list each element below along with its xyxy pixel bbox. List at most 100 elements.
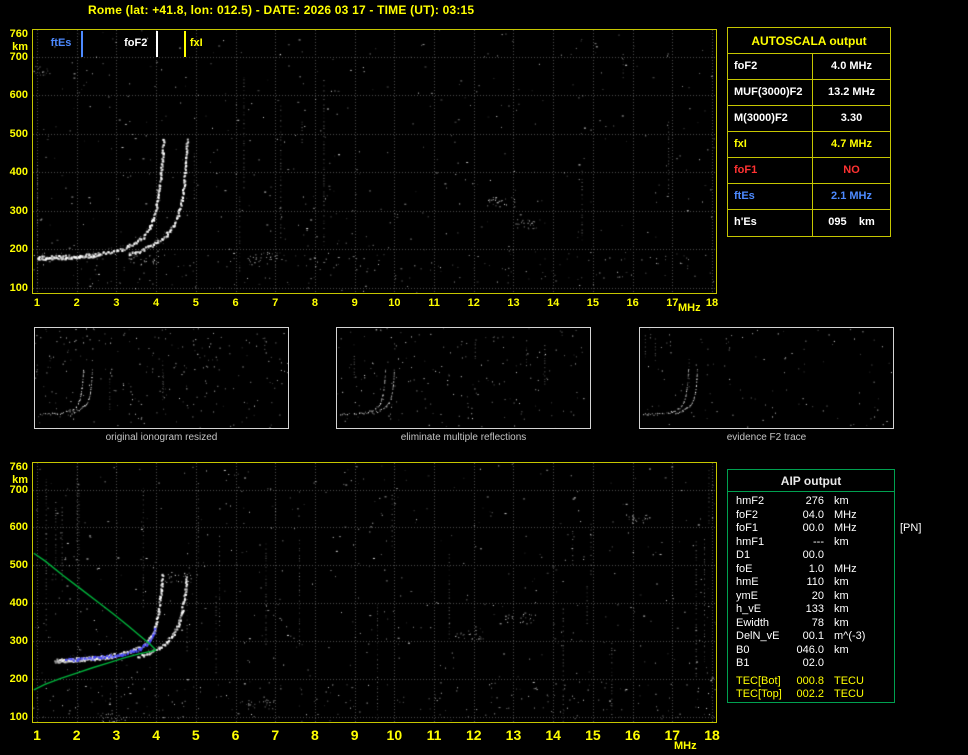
- aip-row-hmf1: hmF1---km: [728, 536, 894, 550]
- x-tick-label: 16: [620, 297, 646, 309]
- aip-param-value: ---: [790, 536, 824, 550]
- x-axis-unit: MHz: [678, 302, 701, 314]
- y-axis-unit: km: [0, 474, 28, 486]
- x-tick-label: 11: [421, 297, 447, 309]
- x-tick-label: 6: [223, 297, 249, 309]
- autoscala-param-value: 2.1 MHz: [813, 184, 890, 209]
- aip-param-unit: km: [834, 590, 849, 604]
- aip-param-label: foF1: [728, 522, 790, 536]
- x-tick-label: 1: [24, 727, 50, 743]
- aip-row-fof2: foF204.0MHz: [728, 509, 894, 523]
- aip-param-unit: MHz: [834, 509, 857, 523]
- aip-output-rows: hmF2276kmfoF204.0MHzfoF100.0MHz[PN]hmF1-…: [728, 492, 894, 702]
- x-tick-label: 10: [381, 727, 407, 743]
- aip-param-label: foE: [728, 563, 790, 577]
- y-tick-label: 200: [0, 243, 28, 255]
- aip-row-hve: h_vE133km: [728, 603, 894, 617]
- aip-param-value: 133: [790, 603, 824, 617]
- autoscala-row-fof1: foF1NO: [728, 158, 890, 184]
- aip-param-label: hmF2: [728, 495, 790, 509]
- y-tick-label: 100: [0, 711, 28, 723]
- x-tick-label: 14: [540, 297, 566, 309]
- aip-row-tecbot: TEC[Bot]000.8TECU: [728, 675, 894, 689]
- x-tick-label: 8: [302, 297, 328, 309]
- autoscala-param-label: ftEs: [728, 184, 813, 209]
- aip-row-yme: ymE20km: [728, 590, 894, 604]
- aip-row-foe: foE1.0 MHz: [728, 563, 894, 577]
- autoscala-param-label: foF2: [728, 54, 813, 79]
- aip-row-fof1: foF100.0MHz[PN]: [728, 522, 894, 536]
- x-tick-label: 12: [461, 297, 487, 309]
- fof2-marker-line: [156, 31, 158, 57]
- thumb-evidence-canvas: [640, 328, 893, 428]
- station-date-time-header: Rome (lat: +41.8, lon: 012.5) - DATE: 20…: [88, 3, 474, 17]
- autoscala-param-value: 4.7 MHz: [813, 132, 890, 157]
- x-tick-label: 14: [540, 727, 566, 743]
- aip-param-flag: [PN]: [900, 522, 921, 535]
- x-tick-label: 6: [223, 727, 249, 743]
- y-tick-label: 600: [0, 89, 28, 101]
- aip-param-unit: TECU: [834, 675, 864, 689]
- aip-param-value: 110: [790, 576, 824, 590]
- aip-param-unit: MHz: [834, 563, 857, 577]
- x-tick-label: 8: [302, 727, 328, 743]
- x-tick-label: 2: [64, 297, 90, 309]
- aip-row-b1: B102.0: [728, 657, 894, 671]
- autoscala-row-ftes: ftEs2.1 MHz: [728, 184, 890, 210]
- aip-row-ewidth: Ewidth78km: [728, 617, 894, 631]
- x-tick-label: 5: [183, 727, 209, 743]
- y-tick-label: 500: [0, 559, 28, 571]
- ionogram-plot-top: ftEsfoF2fxI: [32, 29, 717, 294]
- autoscala-row-muf3000f2: MUF(3000)F213.2 MHz: [728, 80, 890, 106]
- x-tick-label: 9: [342, 727, 368, 743]
- aip-param-label: hmF1: [728, 536, 790, 550]
- fxi-marker-line: [184, 31, 186, 57]
- autoscala-output-title: AUTOSCALA output: [728, 28, 890, 54]
- aip-param-label: B1: [728, 657, 790, 671]
- x-tick-label: 13: [500, 727, 526, 743]
- aip-param-value: 78: [790, 617, 824, 631]
- aip-row-hme: hmE110km: [728, 576, 894, 590]
- autoscala-param-label: foF1: [728, 158, 813, 183]
- ionogram-plot-bottom: [32, 462, 717, 723]
- thumb-evidence-f2: [639, 327, 894, 429]
- aip-param-value: 1.0: [790, 563, 824, 577]
- aip-output-title: AIP output: [728, 470, 894, 492]
- x-tick-label: 5: [183, 297, 209, 309]
- x-tick-label: 15: [580, 727, 606, 743]
- x-tick-label: 15: [580, 297, 606, 309]
- aip-param-label: B0: [728, 644, 790, 658]
- x-tick-label: 13: [500, 297, 526, 309]
- x-tick-label: 4: [143, 297, 169, 309]
- aip-row-hmf2: hmF2276km: [728, 495, 894, 509]
- x-tick-label: 11: [421, 727, 447, 743]
- autoscala-param-label: M(3000)F2: [728, 106, 813, 131]
- aip-param-value: 046.0: [790, 644, 824, 658]
- aip-param-label: foF2: [728, 509, 790, 523]
- fxi-marker-label: fxI: [190, 37, 203, 49]
- y-tick-label: 760: [0, 28, 28, 40]
- aip-row-b0: B0046.0 km: [728, 644, 894, 658]
- y-tick-label: 300: [0, 635, 28, 647]
- aip-param-unit: km: [834, 617, 849, 631]
- aip-param-unit: km: [834, 576, 849, 590]
- autoscala-output-rows: foF24.0 MHzMUF(3000)F213.2 MHzM(3000)F23…: [728, 54, 890, 236]
- x-tick-label: 2: [64, 727, 90, 743]
- aip-param-unit: km: [834, 495, 849, 509]
- aip-param-label: DelN_vE: [728, 630, 790, 644]
- autoscala-param-label: fxI: [728, 132, 813, 157]
- y-tick-label: 400: [0, 166, 28, 178]
- y-tick-label: 100: [0, 282, 28, 294]
- aip-param-value: 00.1: [790, 630, 824, 644]
- aip-param-unit: km: [834, 603, 849, 617]
- x-tick-label: 18: [699, 297, 725, 309]
- x-tick-label: 1: [24, 297, 50, 309]
- autoscala-row-m3000f2: M(3000)F23.30: [728, 106, 890, 132]
- thumb-caption-evidence: evidence F2 trace: [639, 432, 894, 443]
- x-tick-label: 18: [699, 727, 725, 743]
- aip-param-unit: TECU: [834, 688, 864, 702]
- y-tick-label: 600: [0, 521, 28, 533]
- aip-param-unit: km: [834, 644, 849, 658]
- x-tick-label: 4: [143, 727, 169, 743]
- ftes-marker-label: ftEs: [51, 37, 72, 49]
